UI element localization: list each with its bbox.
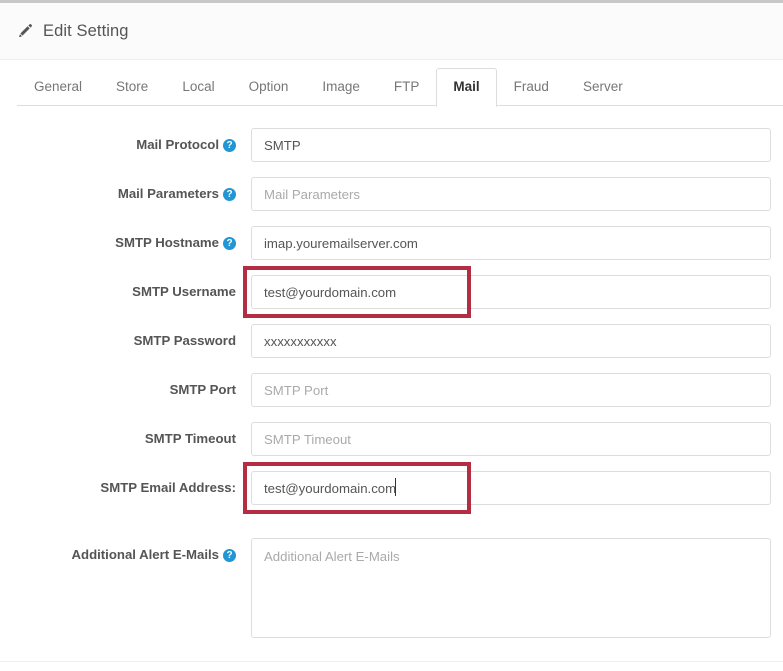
label-mail-parameters-text: Mail Parameters xyxy=(117,186,219,201)
page-title: Edit Setting xyxy=(43,21,129,40)
label-smtp-port-text: SMTP Port xyxy=(169,382,236,397)
pencil-icon xyxy=(17,23,33,39)
help-icon[interactable]: ? xyxy=(223,237,236,250)
tab-mail[interactable]: Mail xyxy=(436,68,497,107)
tab-bar: General Store Local Option Image FTP Mai… xyxy=(0,60,783,107)
tab-local[interactable]: Local xyxy=(165,68,231,107)
label-smtp-port: SMTP Port xyxy=(0,373,251,399)
tab-server[interactable]: Server xyxy=(566,68,640,107)
edit-setting-page: Edit Setting General Store Local Option … xyxy=(0,0,783,671)
panel-header: Edit Setting xyxy=(0,0,783,60)
label-smtp-password: SMTP Password xyxy=(0,324,251,350)
form-row-mail-parameters: Mail Parameters? xyxy=(0,177,783,211)
label-mail-protocol: Mail Protocol? xyxy=(0,128,251,154)
form-row-additional-alert-emails: Additional Alert E-Mails? xyxy=(0,538,783,638)
label-smtp-timeout-text: SMTP Timeout xyxy=(144,431,236,446)
field-zone-smtp-hostname xyxy=(251,226,783,260)
field-zone-smtp-password xyxy=(251,324,783,358)
label-smtp-hostname: SMTP Hostname? xyxy=(0,226,251,252)
smtp-password-input[interactable] xyxy=(251,324,771,358)
label-smtp-hostname-text: SMTP Hostname xyxy=(115,235,219,250)
label-additional-alert-emails-text: Additional Alert E-Mails xyxy=(71,547,219,562)
field-zone-smtp-username xyxy=(243,266,783,318)
label-additional-alert-emails: Additional Alert E-Mails? xyxy=(0,538,251,564)
tab-list: General Store Local Option Image FTP Mai… xyxy=(17,60,766,107)
label-mail-parameters: Mail Parameters? xyxy=(0,177,251,203)
label-smtp-email-address: SMTP Email Address: xyxy=(0,471,251,497)
smtp-email-address-input[interactable] xyxy=(251,471,771,505)
tab-store[interactable]: Store xyxy=(99,68,165,107)
help-icon[interactable]: ? xyxy=(223,549,236,562)
form-row-mail-protocol: Mail Protocol? xyxy=(0,128,783,162)
smtp-port-input[interactable] xyxy=(251,373,771,407)
field-zone-smtp-email-address: test@yourdomain.com xyxy=(243,462,783,523)
help-icon[interactable]: ? xyxy=(223,188,236,201)
smtp-hostname-input[interactable] xyxy=(251,226,771,260)
label-smtp-username-text: SMTP Username xyxy=(132,284,236,299)
mail-settings-form: Mail Protocol? Mail Parameters? SMTP Hos… xyxy=(0,106,783,638)
tab-ftp[interactable]: FTP xyxy=(377,68,437,107)
help-icon[interactable]: ? xyxy=(223,139,236,152)
footer-divider xyxy=(0,661,783,662)
form-row-smtp-hostname: SMTP Hostname? xyxy=(0,226,783,260)
mail-parameters-input[interactable] xyxy=(251,177,771,211)
field-zone-mail-parameters xyxy=(251,177,783,211)
tab-image[interactable]: Image xyxy=(305,68,377,107)
mail-protocol-select[interactable] xyxy=(251,128,771,162)
form-row-smtp-timeout: SMTP Timeout xyxy=(0,422,783,456)
tab-fraud[interactable]: Fraud xyxy=(497,68,566,107)
additional-alert-emails-textarea[interactable] xyxy=(251,538,771,638)
field-zone-smtp-port xyxy=(251,373,783,407)
field-zone-additional-alert-emails xyxy=(251,538,783,638)
label-smtp-email-address-text: SMTP Email Address: xyxy=(100,480,236,495)
tab-general[interactable]: General xyxy=(17,68,99,107)
label-mail-protocol-text: Mail Protocol xyxy=(136,137,219,152)
field-zone-smtp-timeout xyxy=(251,422,783,456)
form-row-smtp-port: SMTP Port xyxy=(0,373,783,407)
label-smtp-password-text: SMTP Password xyxy=(133,333,236,348)
smtp-timeout-input[interactable] xyxy=(251,422,771,456)
form-row-smtp-email-address: SMTP Email Address: test@yourdomain.com xyxy=(0,462,783,523)
field-zone-mail-protocol xyxy=(251,128,783,162)
tab-option[interactable]: Option xyxy=(232,68,306,107)
form-row-smtp-password: SMTP Password xyxy=(0,324,783,358)
form-row-smtp-username: SMTP Username xyxy=(0,266,783,318)
smtp-username-input[interactable] xyxy=(251,275,771,309)
label-smtp-username: SMTP Username xyxy=(0,275,251,301)
label-smtp-timeout: SMTP Timeout xyxy=(0,422,251,448)
